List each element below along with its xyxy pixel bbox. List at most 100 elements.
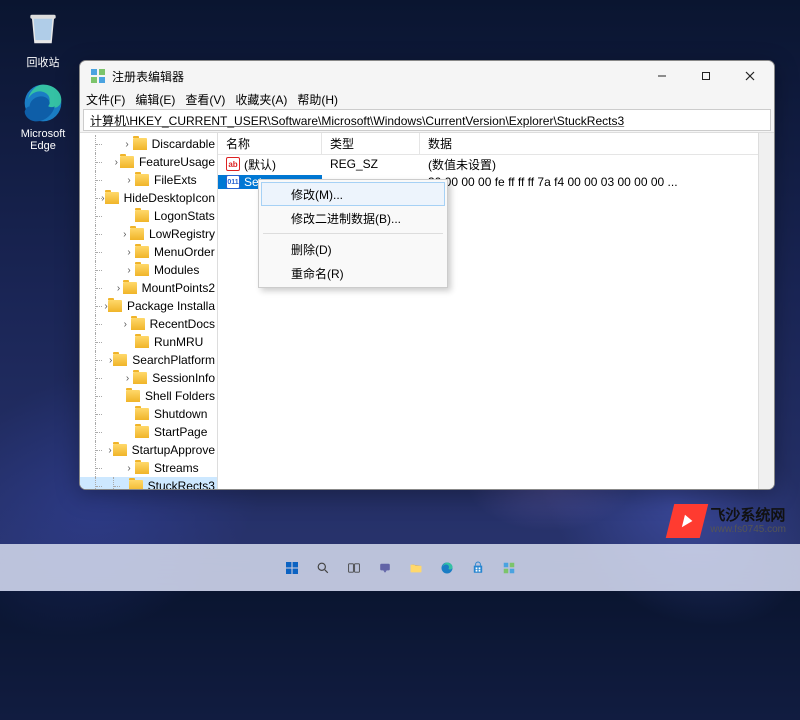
context-menu-rename[interactable]: 重命名(R) [261, 261, 445, 285]
chevron-right-icon[interactable]: › [123, 175, 135, 186]
chevron-right-icon[interactable]: › [114, 283, 122, 294]
file-explorer-icon[interactable] [404, 556, 428, 580]
chevron-right-icon[interactable]: › [121, 139, 132, 150]
folder-icon [135, 246, 149, 258]
chevron-right-icon[interactable]: › [123, 265, 135, 276]
watermark: 飞沙系统网 www.fs0745.com [670, 504, 786, 538]
list-scrollbar[interactable] [758, 133, 774, 490]
tree-item-label: HideDesktopIcon [122, 191, 217, 205]
tree-item[interactable]: Shutdown [80, 405, 217, 423]
tree-panel[interactable]: ›Discardable›FeatureUsage›FileExts›HideD… [80, 133, 218, 490]
menu-favorites[interactable]: 收藏夹(A) [235, 91, 287, 108]
tree-item[interactable]: Shell Folders [80, 387, 217, 405]
folder-icon [113, 354, 127, 366]
start-button[interactable] [280, 556, 304, 580]
tree-item-label: SearchPlatform [130, 353, 217, 367]
menubar: 文件(F) 编辑(E) 查看(V) 收藏夹(A) 帮助(H) [80, 91, 774, 108]
tree-item[interactable]: LogonStats [80, 207, 217, 225]
tree-item-label: FileExts [152, 173, 199, 187]
value-data-cell: (数值未设置) [420, 156, 774, 173]
tree-item-label: MountPoints2 [140, 281, 217, 295]
menu-edit[interactable]: 编辑(E) [135, 91, 175, 108]
tree-item[interactable]: StartPage [80, 423, 217, 441]
maximize-button[interactable] [684, 61, 728, 91]
chevron-right-icon[interactable]: › [123, 463, 135, 474]
context-menu: 修改(M)... 修改二进制数据(B)... 删除(D) 重命名(R) [258, 179, 448, 288]
folder-icon [131, 318, 145, 330]
address-bar[interactable]: 计算机\HKEY_CURRENT_USER\Software\Microsoft… [83, 109, 771, 131]
tree-item-label: MenuOrder [152, 245, 217, 259]
address-text: 计算机\HKEY_CURRENT_USER\Software\Microsoft… [90, 112, 624, 129]
tree-item[interactable]: ›HideDesktopIcon [80, 189, 217, 207]
tree-item[interactable]: ›SearchPlatform [80, 351, 217, 369]
search-icon[interactable] [311, 556, 335, 580]
menu-view[interactable]: 查看(V) [185, 91, 225, 108]
tree-item[interactable]: StuckRects3 [80, 477, 217, 490]
chevron-right-icon[interactable]: › [123, 247, 135, 258]
tree-item-label: SessionInfo [150, 371, 217, 385]
folder-icon [135, 426, 149, 438]
chat-icon[interactable] [373, 556, 397, 580]
column-type[interactable]: 类型 [322, 133, 420, 154]
tree-item[interactable]: ›Modules [80, 261, 217, 279]
tree-item[interactable]: ›RecentDocs [80, 315, 217, 333]
column-data[interactable]: 数据 [420, 133, 774, 154]
tree-item[interactable]: › StartupApprove [80, 441, 217, 459]
list-row[interactable]: ab(默认)REG_SZ(数值未设置) [218, 155, 774, 173]
menu-file[interactable]: 文件(F) [86, 91, 125, 108]
column-name[interactable]: 名称 [218, 133, 322, 154]
tree-item[interactable]: › LowRegistry [80, 225, 217, 243]
chevron-right-icon[interactable]: › [122, 373, 133, 384]
tree-item[interactable]: › MenuOrder [80, 243, 217, 261]
close-button[interactable] [728, 61, 772, 91]
chevron-right-icon[interactable]: › [108, 445, 113, 456]
list-panel[interactable]: 名称 类型 数据 ab(默认)REG_SZ(数值未设置)011Set30 00 … [218, 133, 774, 490]
recycle-bin-icon [22, 8, 64, 50]
desktop-icon-edge[interactable]: Microsoft Edge [8, 82, 78, 152]
desktop-icon-recycle-bin[interactable]: 回收站 [8, 8, 78, 70]
titlebar[interactable]: 注册表编辑器 [80, 61, 774, 91]
regedit-icon [90, 68, 106, 84]
tree-item-label: LogonStats [152, 209, 217, 223]
menu-help[interactable]: 帮助(H) [297, 91, 338, 108]
reg-string-icon: ab [226, 157, 240, 171]
minimize-button[interactable] [640, 61, 684, 91]
list-header: 名称 类型 数据 [218, 133, 774, 155]
value-type-cell: REG_SZ [322, 157, 420, 171]
chevron-right-icon[interactable]: › [120, 319, 131, 330]
value-name-cell: ab(默认) [218, 156, 322, 173]
folder-icon [129, 480, 143, 490]
task-view-icon[interactable] [342, 556, 366, 580]
store-icon[interactable] [466, 556, 490, 580]
edge-taskbar-icon[interactable] [435, 556, 459, 580]
value-data-cell: 30 00 00 00 fe ff ff ff 7a f4 00 00 03 0… [420, 175, 774, 189]
edge-icon [22, 82, 64, 124]
folder-icon [135, 174, 149, 186]
tree-item-label: Streams [152, 461, 201, 475]
tree-item[interactable]: › SessionInfo [80, 369, 217, 387]
context-menu-delete[interactable]: 删除(D) [261, 237, 445, 261]
tree-item-label: StartupApprove [130, 443, 217, 457]
context-menu-modify-binary[interactable]: 修改二进制数据(B)... [261, 206, 445, 230]
tree-item[interactable]: RunMRU [80, 333, 217, 351]
context-menu-modify[interactable]: 修改(M)... [261, 182, 445, 206]
folder-icon [135, 408, 149, 420]
regedit-taskbar-icon[interactable] [497, 556, 521, 580]
tree-item-label: LowRegistry [147, 227, 217, 241]
desktop-icon-label: Microsoft Edge [8, 128, 78, 152]
tree-item[interactable]: › Streams [80, 459, 217, 477]
tree-item[interactable]: ›Discardable [80, 135, 217, 153]
tree-item-label: Package Installa [125, 299, 217, 313]
tree-item[interactable]: ›Package Installa [80, 297, 217, 315]
watermark-logo [666, 504, 708, 538]
folder-icon [113, 444, 127, 456]
folder-icon [133, 372, 147, 384]
tree-item[interactable]: › MountPoints2 [80, 279, 217, 297]
folder-icon [108, 300, 122, 312]
tree-item[interactable]: ›FeatureUsage [80, 153, 217, 171]
folder-icon [130, 228, 144, 240]
chevron-right-icon[interactable]: › [113, 157, 120, 168]
chevron-right-icon[interactable]: › [120, 229, 130, 240]
folder-icon [135, 210, 149, 222]
tree-item[interactable]: › FileExts [80, 171, 217, 189]
